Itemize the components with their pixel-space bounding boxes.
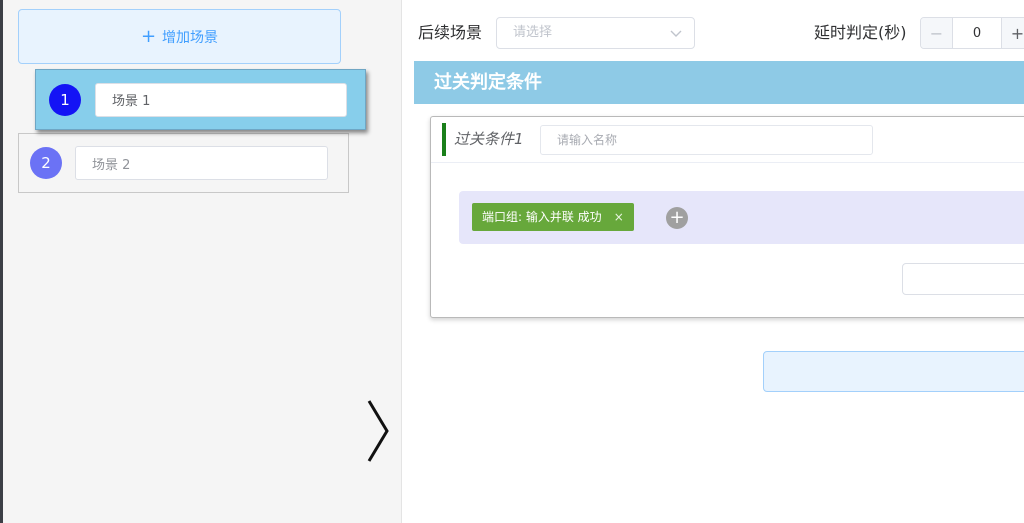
scene-sidebar: + 增加场景 1 场景 1 2 场景 2 [3, 0, 402, 523]
close-icon[interactable]: × [614, 203, 624, 231]
next-scene-select[interactable]: 请选择 [496, 17, 695, 49]
decrement-button[interactable]: − [921, 18, 953, 48]
scene-number-badge: 1 [49, 83, 81, 116]
condition-value-input[interactable] [902, 263, 1024, 295]
add-scene-button[interactable]: + 增加场景 [18, 9, 341, 64]
scene-name-input[interactable]: 场景 2 [75, 146, 328, 180]
next-scene-label: 后续场景 [418, 23, 483, 42]
next-scene-placeholder: 请选择 [513, 25, 553, 40]
plus-icon: + [140, 25, 157, 47]
port-group-tag-label: 端口组: 输入并联 成功 [482, 210, 602, 224]
delay-value-input[interactable]: 0 [953, 18, 1001, 48]
port-group-area: 端口组: 输入并联 成功 × + [459, 191, 1024, 244]
condition-name-input[interactable]: 请输入名称 [540, 125, 873, 155]
section-title: 过关判定条件 [414, 61, 1024, 104]
chevron-right-icon[interactable] [363, 398, 393, 464]
scene-name-input[interactable]: 场景 1 [95, 82, 347, 117]
delay-stepper: − 0 + [920, 17, 1024, 49]
add-scene-label: 增加场景 [162, 29, 219, 46]
increment-button[interactable]: + [1001, 18, 1024, 48]
scene-item-2[interactable]: 2 场景 2 [18, 133, 349, 193]
port-group-tag[interactable]: 端口组: 输入并联 成功 × [472, 203, 634, 231]
condition-marker [442, 123, 446, 156]
chevron-down-icon [670, 30, 682, 37]
add-port-button[interactable]: + [666, 207, 688, 229]
condition-title: 过关条件1 [454, 130, 524, 148]
scene-number-badge: 2 [30, 147, 62, 179]
add-condition-button[interactable] [763, 351, 1024, 392]
delay-label: 延时判定(秒) [814, 23, 907, 42]
condition-header: 过关条件1 请输入名称 [431, 117, 1024, 163]
condition-card: 过关条件1 请输入名称 端口组: 输入并联 成功 × + [430, 116, 1024, 318]
scene-settings-row: 后续场景 请选择 延时判定(秒) − 0 + [402, 17, 1024, 49]
scene-editor: 后续场景 请选择 延时判定(秒) − 0 + 过关判定条件 过关条件1 请输入名… [402, 0, 1024, 523]
scene-item-1[interactable]: 1 场景 1 [35, 69, 366, 130]
